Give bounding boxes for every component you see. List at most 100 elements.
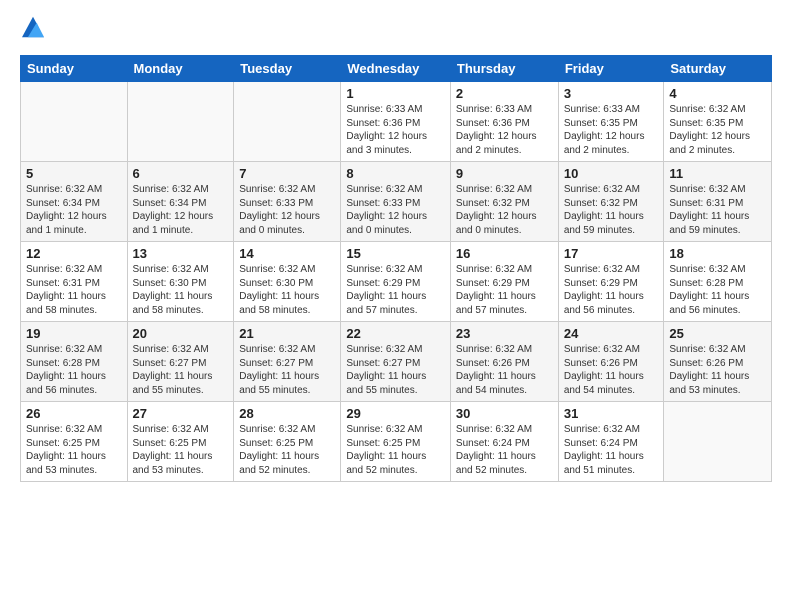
calendar-cell: 21 Sunrise: 6:32 AM Sunset: 6:27 PM Dayli… bbox=[234, 322, 341, 402]
day-number: 3 bbox=[564, 86, 659, 101]
calendar-cell: 31 Sunrise: 6:32 AM Sunset: 6:24 PM Dayli… bbox=[558, 402, 664, 482]
weekday-header-wednesday: Wednesday bbox=[341, 56, 451, 82]
calendar-cell: 9 Sunrise: 6:32 AM Sunset: 6:32 PM Daylig… bbox=[450, 162, 558, 242]
week-row-2: 5 Sunrise: 6:32 AM Sunset: 6:34 PM Daylig… bbox=[21, 162, 772, 242]
calendar-cell: 22 Sunrise: 6:32 AM Sunset: 6:27 PM Dayli… bbox=[341, 322, 451, 402]
calendar-cell: 13 Sunrise: 6:32 AM Sunset: 6:30 PM Dayli… bbox=[127, 242, 234, 322]
calendar-cell: 1 Sunrise: 6:33 AM Sunset: 6:36 PM Daylig… bbox=[341, 82, 451, 162]
day-number: 20 bbox=[133, 326, 229, 341]
calendar-cell: 25Sunrise: 6:32 AM Sunset: 6:26 PM Dayli… bbox=[664, 322, 772, 402]
calendar-cell: 24 Sunrise: 6:32 AM Sunset: 6:26 PM Dayli… bbox=[558, 322, 664, 402]
day-info: Sunrise: 6:32 AM Sunset: 6:29 PM Dayligh… bbox=[564, 263, 659, 317]
day-info: Sunrise: 6:32 AM Sunset: 6:32 PM Dayligh… bbox=[456, 183, 553, 237]
calendar-cell: 10Sunrise: 6:32 AM Sunset: 6:32 PM Dayli… bbox=[558, 162, 664, 242]
calendar-cell: 18Sunrise: 6:32 AM Sunset: 6:28 PM Dayli… bbox=[664, 242, 772, 322]
calendar-cell: 6 Sunrise: 6:32 AM Sunset: 6:34 PM Daylig… bbox=[127, 162, 234, 242]
calendar-cell bbox=[21, 82, 128, 162]
calendar-cell: 27 Sunrise: 6:32 AM Sunset: 6:25 PM Dayli… bbox=[127, 402, 234, 482]
day-number: 19 bbox=[26, 326, 122, 341]
calendar-cell: 15Sunrise: 6:32 AM Sunset: 6:29 PM Dayli… bbox=[341, 242, 451, 322]
calendar-cell: 17 Sunrise: 6:32 AM Sunset: 6:29 PM Dayli… bbox=[558, 242, 664, 322]
weekday-header-row: SundayMondayTuesdayWednesdayThursdayFrid… bbox=[21, 56, 772, 82]
day-number: 31 bbox=[564, 406, 659, 421]
day-info: Sunrise: 6:32 AM Sunset: 6:29 PM Dayligh… bbox=[456, 263, 553, 317]
day-info: Sunrise: 6:32 AM Sunset: 6:26 PM Dayligh… bbox=[669, 343, 766, 397]
day-info: Sunrise: 6:32 AM Sunset: 6:30 PM Dayligh… bbox=[239, 263, 335, 317]
day-info: Sunrise: 6:32 AM Sunset: 6:31 PM Dayligh… bbox=[669, 183, 766, 237]
calendar-cell: 8 Sunrise: 6:32 AM Sunset: 6:33 PM Daylig… bbox=[341, 162, 451, 242]
weekday-header-tuesday: Tuesday bbox=[234, 56, 341, 82]
calendar-cell bbox=[664, 402, 772, 482]
day-info: Sunrise: 6:32 AM Sunset: 6:35 PM Dayligh… bbox=[669, 103, 766, 157]
day-info: Sunrise: 6:32 AM Sunset: 6:34 PM Dayligh… bbox=[133, 183, 229, 237]
day-number: 22 bbox=[346, 326, 445, 341]
day-number: 2 bbox=[456, 86, 553, 101]
day-info: Sunrise: 6:33 AM Sunset: 6:36 PM Dayligh… bbox=[346, 103, 445, 157]
calendar-cell: 3 Sunrise: 6:33 AM Sunset: 6:35 PM Daylig… bbox=[558, 82, 664, 162]
day-number: 8 bbox=[346, 166, 445, 181]
day-number: 14 bbox=[239, 246, 335, 261]
day-number: 6 bbox=[133, 166, 229, 181]
day-number: 9 bbox=[456, 166, 553, 181]
day-number: 26 bbox=[26, 406, 122, 421]
day-number: 27 bbox=[133, 406, 229, 421]
page: SundayMondayTuesdayWednesdayThursdayFrid… bbox=[0, 0, 792, 612]
calendar-cell: 14 Sunrise: 6:32 AM Sunset: 6:30 PM Dayli… bbox=[234, 242, 341, 322]
day-number: 5 bbox=[26, 166, 122, 181]
day-info: Sunrise: 6:32 AM Sunset: 6:26 PM Dayligh… bbox=[456, 343, 553, 397]
day-info: Sunrise: 6:32 AM Sunset: 6:26 PM Dayligh… bbox=[564, 343, 659, 397]
day-info: Sunrise: 6:32 AM Sunset: 6:34 PM Dayligh… bbox=[26, 183, 122, 237]
day-number: 11 bbox=[669, 166, 766, 181]
calendar-cell: 30Sunrise: 6:32 AM Sunset: 6:24 PM Dayli… bbox=[450, 402, 558, 482]
calendar-cell: 4 Sunrise: 6:32 AM Sunset: 6:35 PM Daylig… bbox=[664, 82, 772, 162]
weekday-header-saturday: Saturday bbox=[664, 56, 772, 82]
logo-icon bbox=[22, 16, 44, 38]
day-number: 29 bbox=[346, 406, 445, 421]
week-row-5: 26 Sunrise: 6:32 AM Sunset: 6:25 PM Dayli… bbox=[21, 402, 772, 482]
day-info: Sunrise: 6:32 AM Sunset: 6:33 PM Dayligh… bbox=[346, 183, 445, 237]
day-info: Sunrise: 6:32 AM Sunset: 6:25 PM Dayligh… bbox=[346, 423, 445, 477]
day-number: 7 bbox=[239, 166, 335, 181]
day-info: Sunrise: 6:32 AM Sunset: 6:28 PM Dayligh… bbox=[26, 343, 122, 397]
day-number: 17 bbox=[564, 246, 659, 261]
header bbox=[20, 16, 772, 43]
day-number: 18 bbox=[669, 246, 766, 261]
day-info: Sunrise: 6:33 AM Sunset: 6:36 PM Dayligh… bbox=[456, 103, 553, 157]
weekday-header-thursday: Thursday bbox=[450, 56, 558, 82]
day-number: 24 bbox=[564, 326, 659, 341]
day-number: 21 bbox=[239, 326, 335, 341]
weekday-header-sunday: Sunday bbox=[21, 56, 128, 82]
day-info: Sunrise: 6:32 AM Sunset: 6:31 PM Dayligh… bbox=[26, 263, 122, 317]
day-number: 15 bbox=[346, 246, 445, 261]
day-info: Sunrise: 6:32 AM Sunset: 6:24 PM Dayligh… bbox=[564, 423, 659, 477]
calendar-cell: 2 Sunrise: 6:33 AM Sunset: 6:36 PM Daylig… bbox=[450, 82, 558, 162]
calendar: SundayMondayTuesdayWednesdayThursdayFrid… bbox=[20, 55, 772, 482]
day-info: Sunrise: 6:32 AM Sunset: 6:27 PM Dayligh… bbox=[133, 343, 229, 397]
day-info: Sunrise: 6:32 AM Sunset: 6:25 PM Dayligh… bbox=[133, 423, 229, 477]
day-info: Sunrise: 6:32 AM Sunset: 6:25 PM Dayligh… bbox=[239, 423, 335, 477]
day-info: Sunrise: 6:32 AM Sunset: 6:30 PM Dayligh… bbox=[133, 263, 229, 317]
calendar-cell: 23Sunrise: 6:32 AM Sunset: 6:26 PM Dayli… bbox=[450, 322, 558, 402]
calendar-cell: 19 Sunrise: 6:32 AM Sunset: 6:28 PM Dayli… bbox=[21, 322, 128, 402]
calendar-cell bbox=[127, 82, 234, 162]
calendar-cell bbox=[234, 82, 341, 162]
weekday-header-friday: Friday bbox=[558, 56, 664, 82]
logo bbox=[20, 16, 46, 43]
calendar-cell: 5 Sunrise: 6:32 AM Sunset: 6:34 PM Daylig… bbox=[21, 162, 128, 242]
day-info: Sunrise: 6:32 AM Sunset: 6:25 PM Dayligh… bbox=[26, 423, 122, 477]
day-number: 10 bbox=[564, 166, 659, 181]
day-number: 13 bbox=[133, 246, 229, 261]
day-number: 12 bbox=[26, 246, 122, 261]
day-number: 1 bbox=[346, 86, 445, 101]
calendar-cell: 29 Sunrise: 6:32 AM Sunset: 6:25 PM Dayli… bbox=[341, 402, 451, 482]
day-info: Sunrise: 6:32 AM Sunset: 6:27 PM Dayligh… bbox=[346, 343, 445, 397]
calendar-cell: 20 Sunrise: 6:32 AM Sunset: 6:27 PM Dayli… bbox=[127, 322, 234, 402]
day-number: 4 bbox=[669, 86, 766, 101]
day-info: Sunrise: 6:33 AM Sunset: 6:35 PM Dayligh… bbox=[564, 103, 659, 157]
day-number: 16 bbox=[456, 246, 553, 261]
weekday-header-monday: Monday bbox=[127, 56, 234, 82]
week-row-3: 12 Sunrise: 6:32 AM Sunset: 6:31 PM Dayli… bbox=[21, 242, 772, 322]
day-info: Sunrise: 6:32 AM Sunset: 6:33 PM Dayligh… bbox=[239, 183, 335, 237]
calendar-cell: 12 Sunrise: 6:32 AM Sunset: 6:31 PM Dayli… bbox=[21, 242, 128, 322]
day-info: Sunrise: 6:32 AM Sunset: 6:27 PM Dayligh… bbox=[239, 343, 335, 397]
